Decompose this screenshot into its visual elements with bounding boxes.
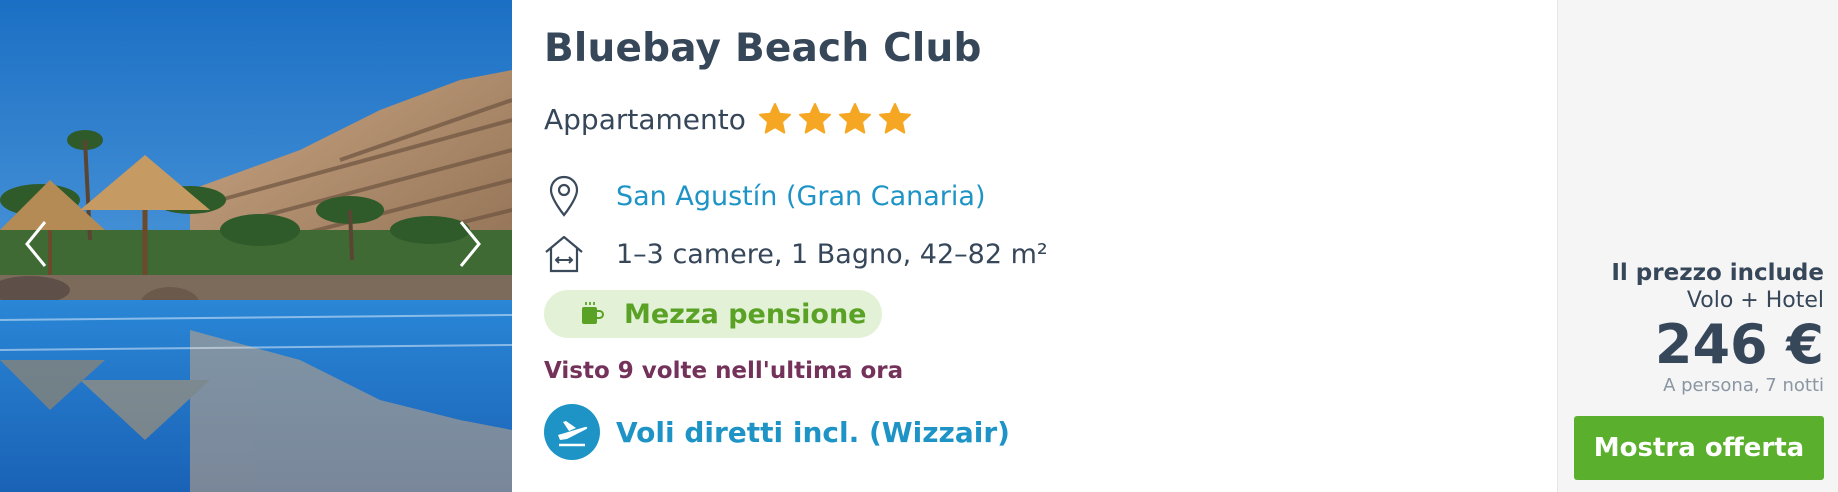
- location-row: San Agustín (Gran Canaria): [544, 174, 985, 218]
- hotel-info: Bluebay Beach Club Appartamento San Agus…: [512, 0, 1557, 492]
- location-link[interactable]: San Agustín (Gran Canaria): [616, 181, 985, 212]
- price-note: A persona, 7 notti: [1663, 375, 1824, 396]
- hotel-photo-gallery[interactable]: [0, 0, 512, 492]
- cup-icon: [582, 302, 604, 324]
- accommodation-type-row: Appartamento: [544, 102, 918, 136]
- price-block: Il prezzo include Volo + Hotel 246 € A p…: [1611, 260, 1824, 396]
- rooms-info: 1–3 camere, 1 Bagno, 42–82 m²: [616, 238, 1048, 270]
- show-offer-button[interactable]: Mostra offerta: [1574, 416, 1824, 480]
- rooms-row: 1–3 camere, 1 Bagno, 42–82 m²: [544, 232, 1048, 276]
- star-icon: [838, 103, 871, 134]
- hotel-photo: [0, 0, 512, 492]
- house-size-icon: [544, 232, 584, 276]
- board-type-badge: Mezza pensione: [544, 290, 882, 338]
- chevron-left-icon: [25, 221, 47, 267]
- star-icon: [798, 103, 831, 134]
- board-type-label: Mezza pensione: [624, 298, 867, 330]
- direct-flights-link[interactable]: Voli diretti incl. (Wizzair): [616, 416, 1010, 449]
- airplane-icon: [544, 404, 600, 460]
- accommodation-type: Appartamento: [544, 102, 746, 136]
- hotel-name-link[interactable]: Bluebay Beach Club: [544, 26, 982, 71]
- price-includes-value: Volo + Hotel: [1686, 288, 1824, 313]
- flights-row: Voli diretti incl. (Wizzair): [544, 404, 1010, 460]
- gallery-prev-button[interactable]: [14, 214, 58, 274]
- price-panel: Il prezzo include Volo + Hotel 246 € A p…: [1557, 0, 1838, 492]
- price-includes-title: Il prezzo include: [1611, 260, 1824, 286]
- chevron-right-icon: [459, 221, 481, 267]
- price-amount: 246 €: [1654, 313, 1824, 376]
- recent-views-label: Visto 9 volte nell'ultima ora: [544, 358, 904, 384]
- star-icon: [758, 103, 791, 134]
- hotel-offer-card: Bluebay Beach Club Appartamento San Agus…: [0, 0, 1838, 492]
- star-rating: [758, 102, 918, 136]
- map-pin-icon: [544, 174, 584, 218]
- gallery-next-button[interactable]: [448, 214, 492, 274]
- star-icon: [878, 103, 911, 134]
